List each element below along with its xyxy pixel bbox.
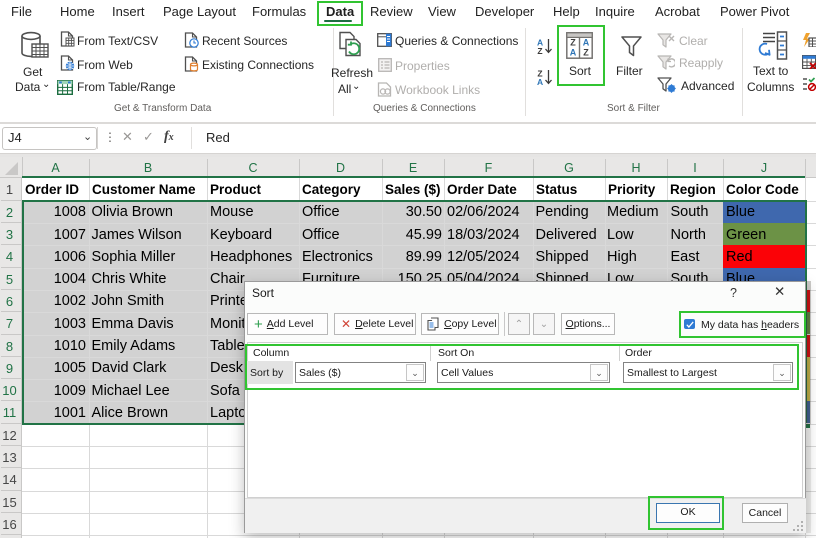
- svg-text:Z: Z: [537, 46, 542, 55]
- svg-text:A: A: [537, 77, 543, 86]
